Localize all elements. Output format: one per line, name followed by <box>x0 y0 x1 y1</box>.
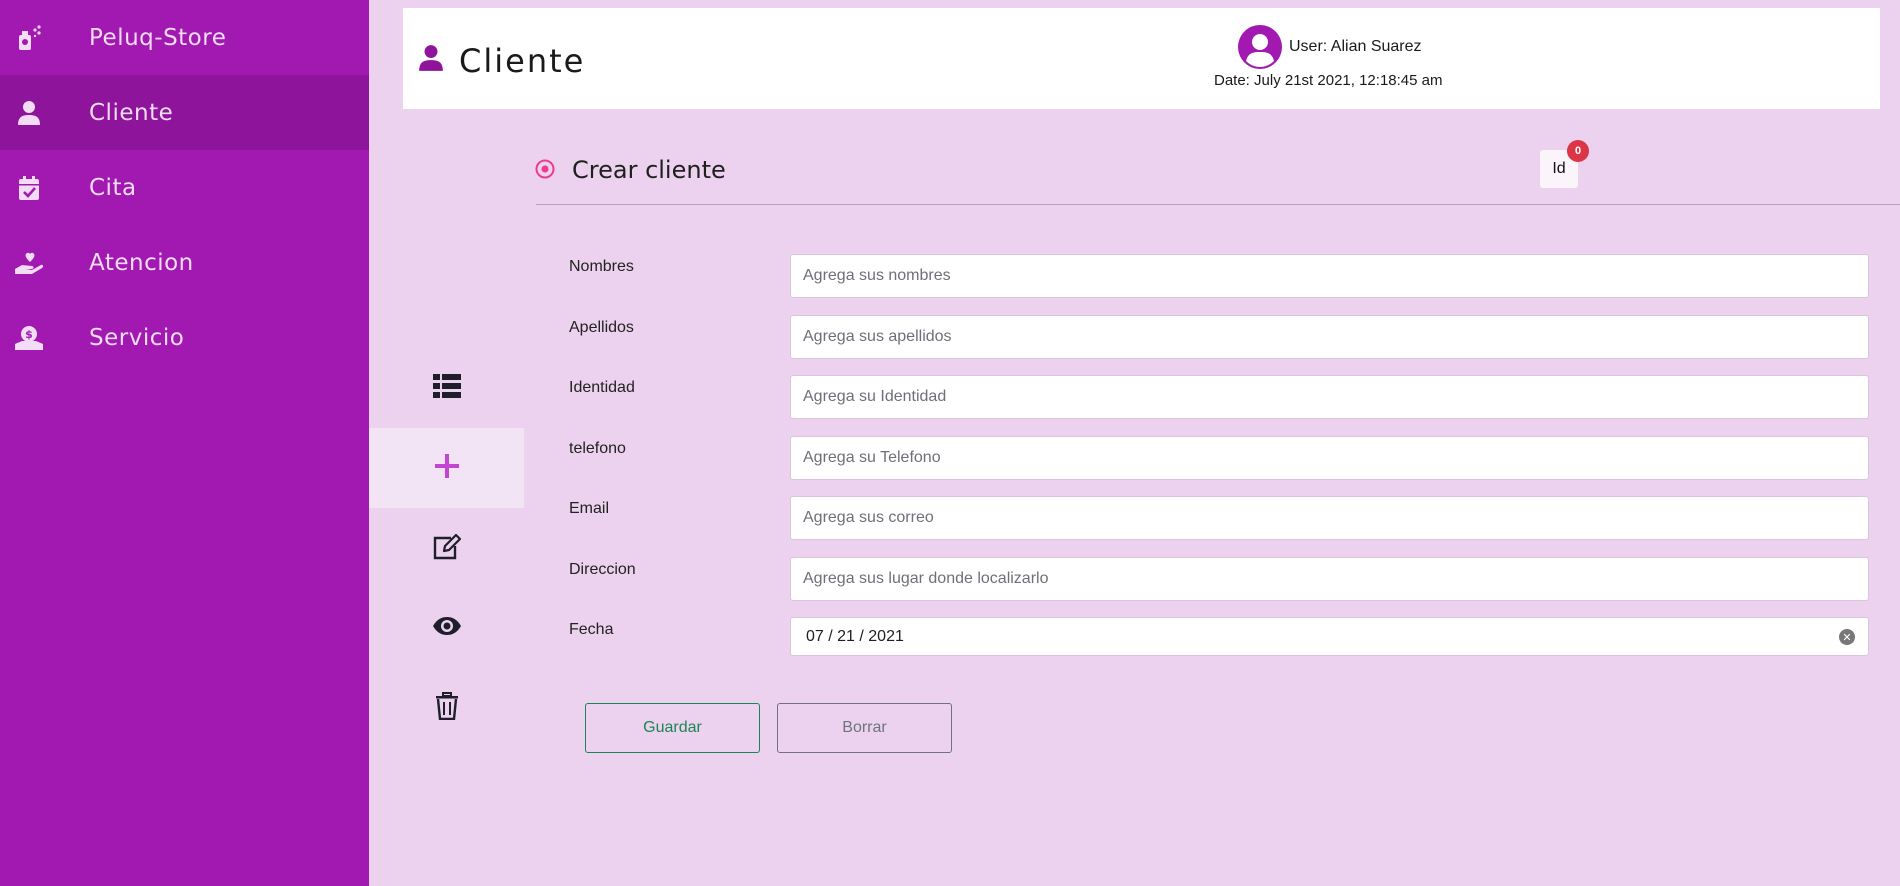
telefono-input[interactable] <box>790 436 1869 480</box>
eye-icon <box>432 616 462 641</box>
list-icon <box>432 373 461 403</box>
direccion-input[interactable] <box>790 557 1869 601</box>
apellidos-label: Apellidos <box>569 319 634 336</box>
apellidos-input[interactable] <box>790 315 1869 359</box>
dot-circle-icon <box>535 159 555 184</box>
email-label: Email <box>569 500 610 517</box>
save-button[interactable]: Guardar <box>585 703 760 753</box>
sidebar: Peluq-Store Cliente Cita Atencion $ Serv… <box>0 0 369 886</box>
edit-button[interactable] <box>369 508 524 588</box>
clear-date-icon[interactable]: ✕ <box>1839 629 1855 645</box>
fecha-value: 07 / 21 / 2021 <box>806 628 904 645</box>
user-icon <box>418 44 444 77</box>
view-button[interactable] <box>369 588 524 668</box>
current-date: Date: July 21st 2021, 12:18:45 am <box>1214 72 1443 89</box>
calendar-check-icon <box>14 173 44 203</box>
sidebar-item-cliente[interactable]: Cliente <box>0 75 369 150</box>
sidebar-item-label: Cliente <box>89 99 174 126</box>
user-icon <box>14 98 44 128</box>
sidebar-item-atencion[interactable]: Atencion <box>0 225 369 300</box>
sidebar-item-servicio[interactable]: $ Servicio <box>0 300 369 375</box>
user-name: User: Alian Suarez <box>1289 38 1422 55</box>
hand-holding-heart-icon <box>14 248 44 278</box>
svg-text:$: $ <box>25 328 33 341</box>
nombres-label: Nombres <box>569 258 634 275</box>
sidebar-item-label: Cita <box>89 174 137 201</box>
clear-button[interactable]: Borrar <box>777 703 952 753</box>
delete-button[interactable] <box>369 668 524 748</box>
perfume-icon <box>14 23 44 53</box>
sidebar-item-cita[interactable]: Cita <box>0 150 369 225</box>
email-input[interactable] <box>790 496 1869 540</box>
fecha-label: Fecha <box>569 621 614 638</box>
direccion-label: Direccion <box>569 561 636 578</box>
section-title: Crear cliente <box>572 156 726 184</box>
edit-icon <box>432 532 462 565</box>
sidebar-item-label: Servicio <box>89 324 185 351</box>
identidad-label: Identidad <box>569 379 635 396</box>
id-count-badge: 0 <box>1567 140 1589 162</box>
page-header: Cliente User: Alian Suarez Date: July 21… <box>403 8 1880 109</box>
add-button[interactable] <box>369 428 524 508</box>
hand-holding-dollar-icon: $ <box>14 323 44 353</box>
sidebar-item-peluq-store[interactable]: Peluq-Store <box>0 0 369 75</box>
section-divider <box>536 204 1900 205</box>
list-button[interactable] <box>369 348 524 428</box>
avatar[interactable] <box>1238 25 1282 69</box>
sidebar-item-label: Peluq-Store <box>89 24 227 51</box>
page-title: Cliente <box>459 42 586 80</box>
trash-icon <box>435 691 459 725</box>
sidebar-item-label: Atencion <box>89 249 194 276</box>
identidad-input[interactable] <box>790 375 1869 419</box>
plus-icon <box>434 453 459 483</box>
fecha-date-picker[interactable]: 07 / 21 / 2021 ✕ <box>790 617 1869 656</box>
nombres-input[interactable] <box>790 254 1869 298</box>
telefono-label: telefono <box>569 440 626 457</box>
